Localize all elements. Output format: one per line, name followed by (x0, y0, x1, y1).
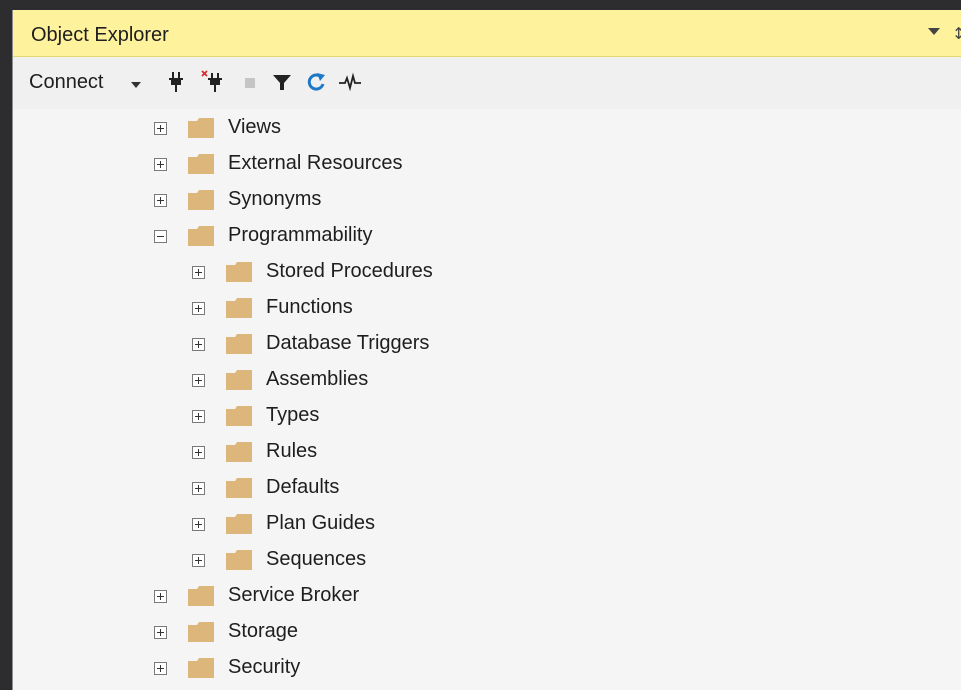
connect-dropdown-icon[interactable] (131, 82, 141, 88)
tree-node-label: Assemblies (266, 368, 369, 390)
tree-node-label: Functions (266, 296, 353, 318)
folder-icon (188, 658, 214, 678)
folder-icon (188, 622, 214, 642)
panel-title: Object Explorer (31, 24, 169, 46)
folder-icon (226, 550, 252, 570)
folder-icon (188, 118, 214, 138)
expand-icon[interactable] (154, 626, 167, 639)
expand-icon[interactable] (192, 266, 205, 279)
tree-node-label: Synonyms (228, 188, 322, 210)
filter-icon[interactable] (269, 69, 295, 95)
expand-icon[interactable] (192, 554, 205, 567)
expand-icon[interactable] (154, 122, 167, 135)
tree-node-label: Views (228, 116, 281, 138)
disconnect-plug-icon[interactable] (201, 69, 227, 95)
folder-icon (226, 442, 252, 462)
folder-icon (226, 406, 252, 426)
activity-monitor-icon[interactable] (337, 69, 363, 95)
tree-node-label: Database Triggers (266, 332, 430, 354)
folder-icon (226, 514, 252, 534)
folder-icon (226, 262, 252, 282)
folder-icon (226, 478, 252, 498)
expand-icon[interactable] (154, 662, 167, 675)
expand-icon[interactable] (192, 518, 205, 531)
tree-node-label: Service Broker (228, 584, 360, 606)
object-tree: Views External Resources Synonyms Progra… (13, 110, 961, 690)
toolbar: Connect (13, 57, 961, 109)
tree-node-label: Plan Guides (266, 512, 375, 534)
folder-icon (226, 334, 252, 354)
pin-icon[interactable]: ↕ (952, 24, 961, 42)
tree-node-label: Rules (266, 440, 318, 462)
expand-icon[interactable] (154, 158, 167, 171)
folder-icon (226, 370, 252, 390)
tree-node-label: Storage (228, 620, 299, 642)
panel-titlebar: Object Explorer ↕ (13, 10, 961, 57)
object-explorer-panel: Object Explorer ↕ Connect Views External… (12, 10, 961, 690)
tree-node-label: Types (266, 404, 320, 426)
folder-icon (188, 586, 214, 606)
collapse-icon[interactable] (154, 230, 167, 243)
refresh-icon[interactable] (303, 69, 329, 95)
tree-node-label: External Resources (228, 152, 403, 174)
tree-node-label: Security (228, 656, 301, 678)
folder-icon (188, 226, 214, 246)
stop-icon[interactable] (237, 69, 263, 95)
tree-node-label: Sequences (266, 548, 367, 570)
folder-icon (226, 298, 252, 318)
tree-node-label: Stored Procedures (266, 260, 433, 282)
window-position-dropdown-icon[interactable] (928, 28, 940, 35)
expand-icon[interactable] (192, 302, 205, 315)
folder-icon (188, 190, 214, 210)
tree-node-label: Defaults (266, 476, 340, 498)
expand-icon[interactable] (192, 482, 205, 495)
expand-icon[interactable] (154, 590, 167, 603)
connect-button[interactable]: Connect (29, 71, 104, 94)
tree-node-label: Programmability (228, 224, 373, 246)
expand-icon[interactable] (154, 194, 167, 207)
folder-icon (188, 154, 214, 174)
expand-icon[interactable] (192, 410, 205, 423)
expand-icon[interactable] (192, 446, 205, 459)
expand-icon[interactable] (192, 374, 205, 387)
expand-icon[interactable] (192, 338, 205, 351)
connect-plug-icon[interactable] (163, 69, 189, 95)
